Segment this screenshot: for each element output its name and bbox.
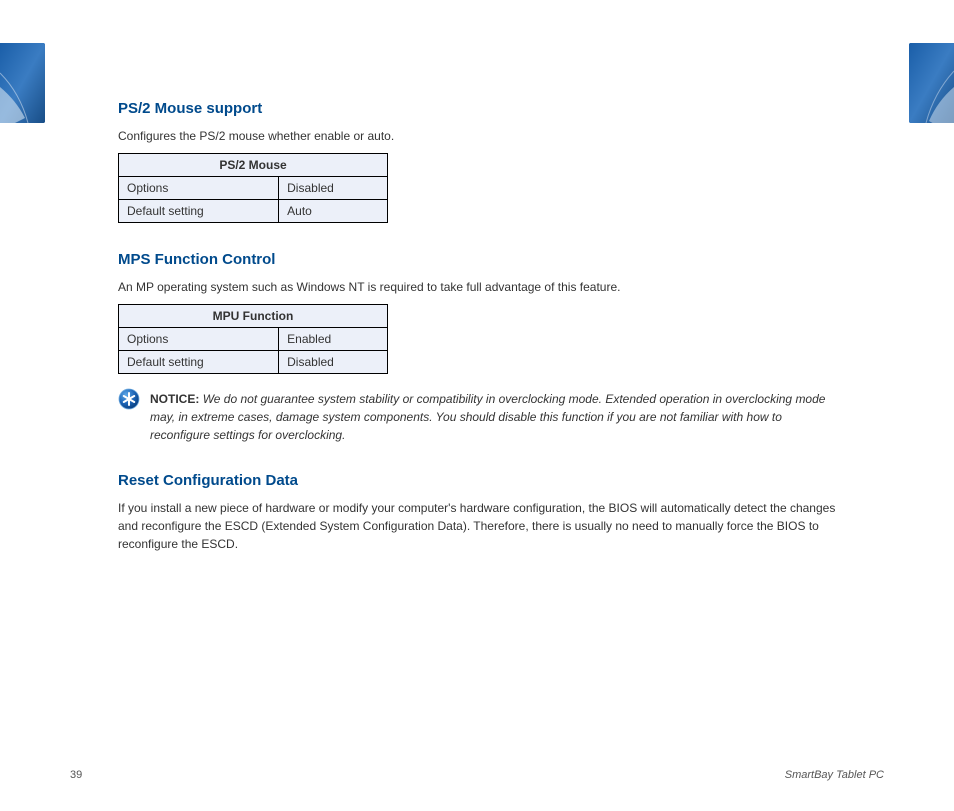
decorative-corner-left bbox=[0, 43, 45, 123]
section2-table-header: MPU Function bbox=[119, 305, 388, 328]
page-number: 39 bbox=[70, 769, 82, 781]
section2-table: MPU Function Options Enabled Default set… bbox=[118, 304, 388, 374]
section2-row2-value: Disabled bbox=[279, 351, 388, 374]
section3-desc: If you install a new piece of hardware o… bbox=[118, 499, 836, 553]
section1-desc: Configures the PS/2 mouse whether enable… bbox=[118, 127, 836, 145]
section1-row2-value: Auto bbox=[279, 200, 388, 223]
section1-title: PS/2 Mouse support bbox=[118, 100, 836, 117]
footer: 39 SmartBay Tablet PC bbox=[0, 769, 954, 781]
section2-row2-label: Default setting bbox=[119, 351, 279, 374]
decorative-corner-right bbox=[909, 43, 954, 123]
asterisk-icon bbox=[118, 388, 140, 410]
section2-row1-value: Enabled bbox=[279, 328, 388, 351]
section1-row2-label: Default setting bbox=[119, 200, 279, 223]
section2-row1-label: Options bbox=[119, 328, 279, 351]
section1-row1-label: Options bbox=[119, 177, 279, 200]
notice-body: We do not guarantee system stability or … bbox=[150, 392, 825, 442]
notice-block: NOTICE: We do not guarantee system stabi… bbox=[118, 388, 836, 444]
footer-title: SmartBay Tablet PC bbox=[785, 769, 884, 781]
section1-table-header: PS/2 Mouse bbox=[119, 154, 388, 177]
notice-text: NOTICE: We do not guarantee system stabi… bbox=[150, 388, 836, 444]
section1-table: PS/2 Mouse Options Disabled Default sett… bbox=[118, 153, 388, 223]
section3-title: Reset Configuration Data bbox=[118, 472, 836, 489]
section2-desc: An MP operating system such as Windows N… bbox=[118, 278, 836, 296]
section2-title: MPS Function Control bbox=[118, 251, 836, 268]
section1-row1-value: Disabled bbox=[279, 177, 388, 200]
notice-label: NOTICE: bbox=[150, 392, 199, 406]
